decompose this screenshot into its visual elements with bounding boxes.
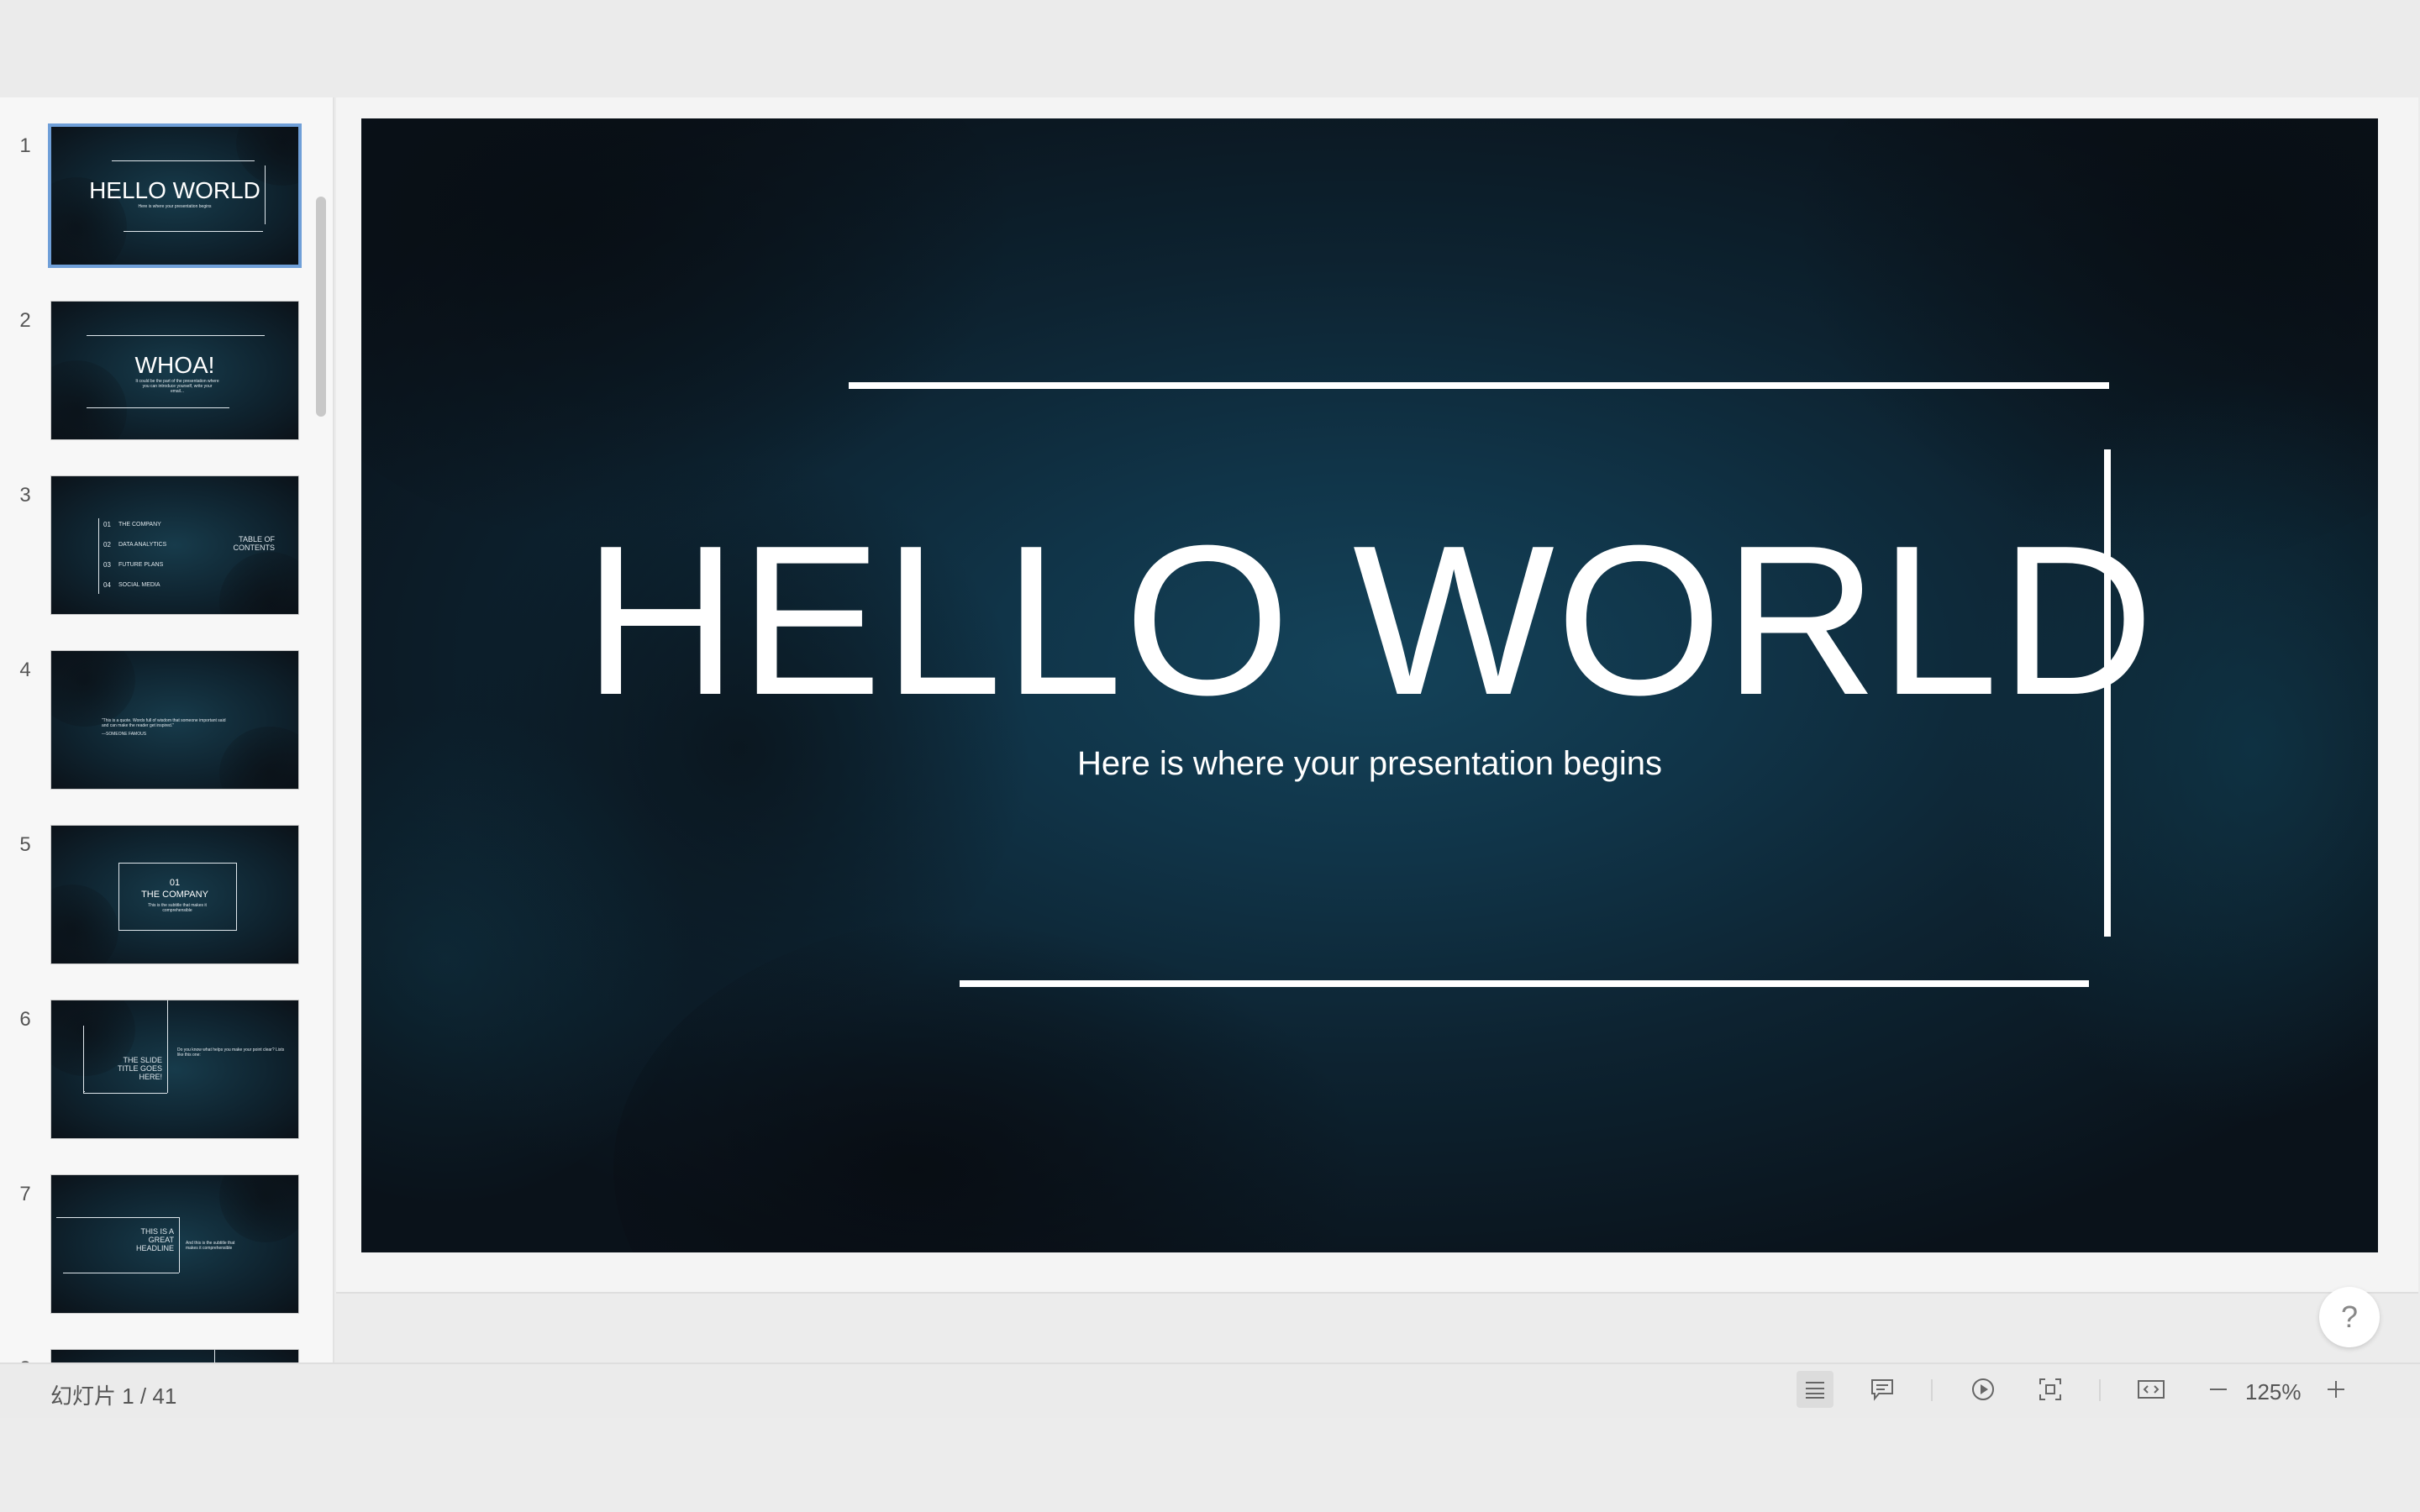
thumbnail-row-5[interactable]: 5 01 THE COMPANY This is the subtitle th… — [0, 825, 316, 966]
thumbnail-number: 5 — [19, 833, 31, 856]
status-bar: 幻灯片 1 / 41 125% — [0, 1362, 2420, 1420]
slide-thumbnail-4[interactable]: “This is a quote. Words full of wisdom t… — [50, 650, 299, 790]
slide-canvas[interactable]: HELLO WORLD Here is where your presentat… — [336, 97, 2418, 1294]
slide-thumbnail-1[interactable]: HELLO WORLD Here is where your presentat… — [48, 123, 302, 268]
zoom-out-icon[interactable] — [2200, 1371, 2237, 1408]
thumbnail-row-1[interactable]: 1 HELLO WORLD Here is where your present… — [0, 123, 316, 268]
thumbnail-number: 6 — [19, 1008, 31, 1031]
slide-counter: 幻灯片 1 / 41 — [50, 1383, 177, 1409]
thumbnail-number: 4 — [19, 659, 31, 681]
toc-label: FUTURE PLANS — [118, 562, 164, 568]
slide-title[interactable]: HELLO WORLD — [361, 513, 2378, 727]
slide-thumbnail-7[interactable]: THIS IS A GREAT HEADLINE And this is the… — [50, 1174, 299, 1314]
thumbnail-author: —SOMEONE FAMOUS — [102, 732, 147, 737]
thumbnail-title: THE SLIDE TITLE GOES HERE! — [117, 1056, 162, 1081]
thumbnail-subtitle: Here is where your presentation begins — [138, 204, 212, 209]
slide-thumbnail-8[interactable] — [50, 1349, 299, 1362]
thumbnail-row-2[interactable]: 2 WHOA! It could be the part of the pres… — [0, 301, 316, 442]
toc-num: 02 — [103, 541, 111, 549]
notes-icon[interactable] — [1797, 1371, 1833, 1408]
thumbnail-number: 1 — [19, 134, 31, 157]
thumbnail-body: And this is the subtitle that makes it c… — [186, 1241, 235, 1251]
slide-thumbnail-6[interactable]: THE SLIDE TITLE GOES HERE! Do you know w… — [50, 1000, 299, 1139]
comment-icon[interactable] — [1864, 1371, 1901, 1408]
separator — [1931, 1379, 1933, 1401]
thumbnail-row-8[interactable]: 8 — [0, 1349, 316, 1362]
editor-area: HELLO WORLD Here is where your presentat… — [334, 97, 2420, 1362]
toc-label: THE COMPANY — [118, 522, 161, 528]
top-toolbar — [0, 0, 2420, 97]
frame-line-bottom — [960, 980, 2089, 987]
code-view-icon[interactable] — [2133, 1371, 2170, 1408]
thumbnail-body: This is the subtitle that makes it compr… — [148, 903, 207, 913]
thumbnail-title: HELLO WORLD — [89, 177, 260, 203]
thumbnail-row-7[interactable]: 7 THIS IS A GREAT HEADLINE And this is t… — [0, 1174, 316, 1315]
thumbnail-title: THE COMPANY — [141, 890, 208, 900]
thumbnail-scrollbar[interactable] — [316, 197, 326, 417]
bottom-spacer — [0, 1418, 2420, 1512]
separator — [2099, 1379, 2101, 1401]
help-button[interactable]: ? — [2319, 1287, 2380, 1347]
toc-num: 03 — [103, 561, 111, 569]
thumbnail-row-3[interactable]: 3 01 THE COMPANY 02 DATA ANALYTICS 03 FU… — [0, 475, 316, 617]
thumbnail-body: Do you know what helps you make your poi… — [177, 1047, 285, 1058]
thumbnail-title: THIS IS A GREAT HEADLINE — [135, 1227, 174, 1252]
thumbnail-title: WHOA! — [134, 352, 215, 378]
slide-thumbnail-2[interactable]: WHOA! It could be the part of the presen… — [50, 301, 299, 440]
zoom-level[interactable]: 125% — [2245, 1379, 2302, 1405]
toc-label: DATA ANALYTICS — [118, 542, 167, 548]
slide-subtitle[interactable]: Here is where your presentation begins — [361, 743, 2378, 784]
current-slide[interactable]: HELLO WORLD Here is where your presentat… — [361, 118, 2378, 1252]
slide-thumbnail-3[interactable]: 01 THE COMPANY 02 DATA ANALYTICS 03 FUTU… — [50, 475, 299, 615]
thumbnail-body: It could be the part of the presentation… — [135, 379, 219, 394]
toc-num: 04 — [103, 581, 111, 589]
zoom-in-icon[interactable] — [2317, 1371, 2354, 1408]
thumbnail-title: TABLE OF CONTENTS — [233, 535, 276, 552]
toc-label: SOCIAL MEDIA — [118, 582, 160, 588]
thumbnail-row-4[interactable]: 4 “This is a quote. Words full of wisdom… — [0, 650, 316, 791]
slide-thumbnail-panel[interactable]: 1 HELLO WORLD Here is where your present… — [0, 97, 334, 1362]
thumbnail-section-number: 01 — [169, 878, 181, 888]
slide-thumbnail-5[interactable]: 01 THE COMPANY This is the subtitle that… — [50, 825, 299, 964]
play-icon[interactable] — [1965, 1371, 2002, 1408]
frame-line-top — [849, 382, 2109, 389]
fit-screen-icon[interactable] — [2032, 1371, 2069, 1408]
thumbnail-number: 3 — [19, 484, 31, 507]
thumbnail-quote: “This is a quote. Words full of wisdom t… — [102, 718, 226, 728]
thumbnail-row-6[interactable]: 6 THE SLIDE TITLE GOES HERE! Do you know… — [0, 1000, 316, 1141]
thumbnail-number: 2 — [19, 309, 31, 332]
toc-num: 01 — [103, 521, 111, 528]
thumbnail-number: 7 — [19, 1183, 31, 1205]
